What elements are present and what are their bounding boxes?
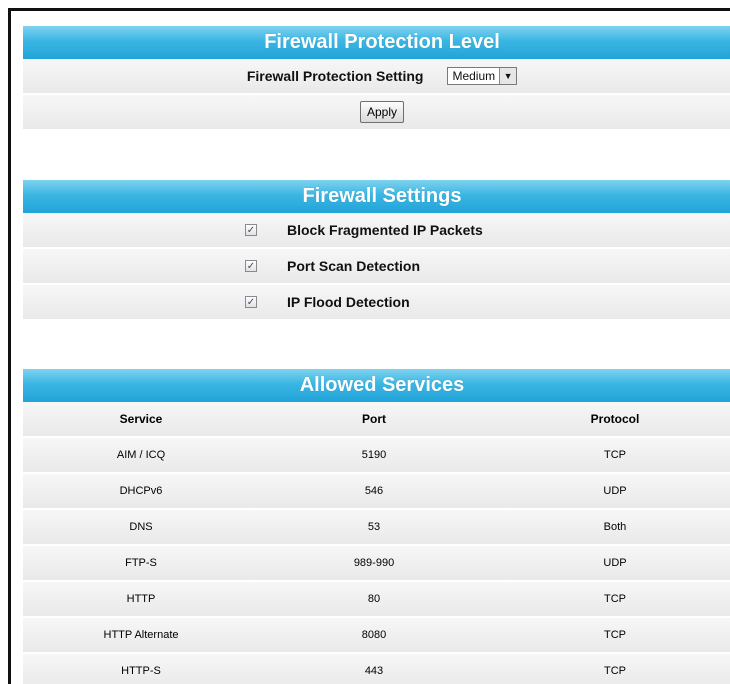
service-cell: HTTP-S — [121, 665, 161, 677]
table-row: HTTP 80 TCP — [23, 582, 730, 618]
table-row: DHCPv6 546 UDP — [23, 474, 730, 510]
port-cell: 443 — [364, 665, 384, 677]
service-cell: AIM / ICQ — [116, 449, 166, 461]
setting-row-portscan: ✓ Port Scan Detection — [23, 249, 730, 285]
service-cell: FTP-S — [125, 557, 157, 569]
chevron-down-icon[interactable]: ▼ — [499, 68, 517, 84]
table-row: AIM / ICQ 5190 TCP — [23, 438, 730, 474]
protection-setting-select[interactable]: Medium ▼ — [447, 67, 518, 85]
protocol-cell: UDP — [603, 485, 627, 497]
apply-row: Apply — [23, 95, 730, 131]
port-cell: 8080 — [361, 629, 387, 641]
protocol-cell: TCP — [604, 665, 626, 677]
port-cell: 53 — [367, 521, 381, 533]
service-cell: HTTP Alternate — [103, 629, 179, 641]
port-cell: 80 — [367, 593, 381, 605]
table-header-row: Service Port Protocol — [23, 402, 730, 438]
service-cell: DNS — [129, 521, 153, 533]
protocol-cell: TCP — [604, 593, 626, 605]
protection-setting-row: Firewall Protection Setting Medium ▼ — [23, 59, 730, 95]
service-cell: HTTP — [126, 593, 156, 605]
protocol-cell: UDP — [603, 557, 627, 569]
protocol-cell: Both — [603, 521, 627, 533]
port-scan-label: Port Scan Detection — [287, 258, 421, 274]
page-frame: Firewall Protection Level Firewall Prote… — [8, 8, 730, 684]
column-header-protocol: Protocol — [590, 412, 640, 426]
column-header-service: Service — [119, 412, 163, 426]
port-cell: 5190 — [361, 449, 387, 461]
ip-flood-label: IP Flood Detection — [287, 294, 410, 310]
setting-row-ipflood: ✓ IP Flood Detection — [23, 285, 730, 321]
service-cell: DHCPv6 — [119, 485, 163, 497]
protection-level-header: Firewall Protection Level — [23, 26, 730, 59]
table-row: DNS 53 Both — [23, 510, 730, 546]
apply-button[interactable]: Apply — [359, 101, 405, 123]
allowed-services-section: Allowed Services Service Port Protocol A… — [23, 369, 730, 684]
table-row: HTTP Alternate 8080 TCP — [23, 618, 730, 654]
table-row: FTP-S 989-990 UDP — [23, 546, 730, 582]
firewall-settings-section: Firewall Settings ✓ Block Fragmented IP … — [23, 180, 730, 321]
firewall-settings-header: Firewall Settings — [23, 180, 730, 213]
port-cell: 546 — [364, 485, 384, 497]
table-row: HTTP-S 443 TCP — [23, 654, 730, 684]
protocol-cell: TCP — [604, 629, 626, 641]
ip-flood-checkbox[interactable]: ✓ — [245, 296, 257, 308]
setting-row-fragmented: ✓ Block Fragmented IP Packets — [23, 213, 730, 249]
allowed-services-header: Allowed Services — [23, 369, 730, 402]
port-scan-checkbox[interactable]: ✓ — [245, 260, 257, 272]
protocol-cell: TCP — [604, 449, 626, 461]
protection-level-section: Firewall Protection Level Firewall Prote… — [23, 26, 730, 131]
block-fragmented-label: Block Fragmented IP Packets — [287, 222, 483, 238]
protection-setting-value: Medium — [452, 69, 496, 83]
protection-setting-label: Firewall Protection Setting — [246, 68, 424, 84]
column-header-port: Port — [362, 412, 386, 426]
block-fragmented-checkbox[interactable]: ✓ — [245, 224, 257, 236]
port-cell: 989-990 — [353, 557, 395, 569]
